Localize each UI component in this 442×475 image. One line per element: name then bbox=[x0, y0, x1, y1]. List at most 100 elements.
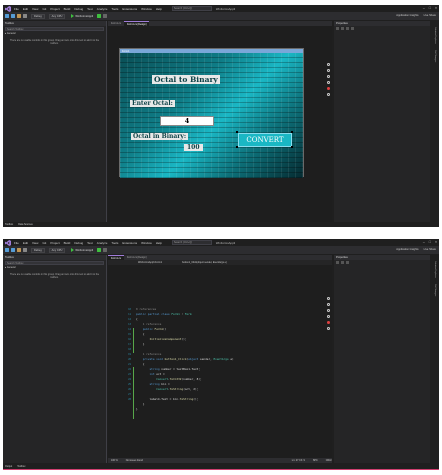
title-label[interactable]: Octal to Binary bbox=[152, 75, 220, 84]
save-icon[interactable] bbox=[23, 248, 27, 252]
circle-icon[interactable] bbox=[326, 69, 330, 72]
tab-form1-design[interactable]: Form1.cs [Design] bbox=[123, 21, 150, 26]
toolbox-search[interactable]: Search Toolbox bbox=[5, 261, 104, 265]
selection-handle-icon[interactable] bbox=[291, 146, 293, 148]
menu-analyze[interactable]: Analyze bbox=[97, 7, 108, 11]
menu-view[interactable]: View bbox=[32, 241, 38, 245]
tab-solution-explorer[interactable]: Solution Explorer bbox=[434, 261, 436, 278]
menu-window[interactable]: Window bbox=[141, 7, 152, 11]
events-icon[interactable] bbox=[351, 27, 354, 30]
search-input[interactable]: Search (Ctrl+Q) bbox=[171, 6, 212, 11]
code-text[interactable]: 0 references public partial class Form1 … bbox=[136, 307, 234, 412]
close-icon[interactable]: × bbox=[435, 6, 437, 10]
back-icon[interactable] bbox=[5, 14, 9, 18]
platform-dropdown[interactable]: Any CPU bbox=[48, 13, 66, 19]
nav-member-dropdown[interactable]: button1_Click(object sender, EventArgs e… bbox=[182, 260, 227, 265]
maximize-icon[interactable]: □ bbox=[429, 240, 431, 244]
menu-test[interactable]: Test bbox=[87, 7, 93, 11]
circle-icon[interactable] bbox=[326, 297, 330, 300]
octal-in-binary-label[interactable]: Octal in Binary: bbox=[131, 133, 189, 140]
convert-button[interactable]: CONVERT bbox=[238, 133, 292, 147]
record-icon[interactable] bbox=[326, 87, 330, 90]
selection-handle-icon[interactable] bbox=[236, 131, 238, 133]
octal-input[interactable]: 4 bbox=[160, 116, 214, 126]
categorized-icon[interactable] bbox=[336, 27, 339, 30]
toolbar-icon[interactable] bbox=[103, 248, 108, 252]
menu-view[interactable]: View bbox=[32, 7, 38, 11]
menu-test[interactable]: Test bbox=[87, 241, 93, 245]
menu-analyze[interactable]: Analyze bbox=[97, 241, 108, 245]
toolbox-search[interactable]: Search Toolbox bbox=[5, 27, 104, 31]
properties-icon[interactable] bbox=[346, 261, 349, 264]
run-without-debug-icon[interactable] bbox=[97, 248, 102, 252]
menu-project[interactable]: Project bbox=[50, 241, 59, 245]
alphabetical-icon[interactable] bbox=[341, 261, 344, 264]
toolbox-bottom-tab[interactable]: Toolbox bbox=[17, 465, 25, 468]
tab-git-changes[interactable]: Git Changes bbox=[434, 284, 436, 296]
menu-window[interactable]: Window bbox=[141, 241, 152, 245]
save-icon[interactable] bbox=[23, 14, 27, 18]
circle-icon[interactable] bbox=[326, 309, 330, 312]
menu-debug[interactable]: Debug bbox=[74, 7, 83, 11]
menu-build[interactable]: Build bbox=[64, 241, 71, 245]
menu-extensions[interactable]: Extensions bbox=[122, 241, 137, 245]
tab-git-changes[interactable]: Git Changes bbox=[434, 50, 436, 62]
selection-handle-icon[interactable] bbox=[236, 146, 238, 148]
config-dropdown[interactable]: Debug bbox=[31, 13, 45, 19]
line-ending[interactable]: CRLF bbox=[326, 459, 332, 462]
search-input[interactable]: Search (Ctrl+Q) bbox=[171, 240, 212, 245]
platform-dropdown[interactable]: Any CPU bbox=[48, 247, 66, 253]
no-issues-indicator[interactable]: No issues found bbox=[126, 459, 143, 462]
enter-octal-label[interactable]: Enter Octal: bbox=[130, 100, 175, 107]
record-icon[interactable] bbox=[326, 321, 330, 324]
circle-icon[interactable] bbox=[326, 303, 330, 306]
menu-file[interactable]: File bbox=[14, 241, 19, 245]
output-tab[interactable]: Output bbox=[5, 465, 12, 468]
new-item-icon[interactable] bbox=[17, 14, 21, 18]
menu-debug[interactable]: Debug bbox=[74, 241, 83, 245]
menu-help[interactable]: Help bbox=[156, 7, 162, 11]
circle-icon[interactable] bbox=[326, 315, 330, 318]
nav-class-dropdown[interactable]: WinFormsApp3.Form1 bbox=[138, 260, 162, 265]
properties-icon[interactable] bbox=[346, 27, 349, 30]
menu-tools[interactable]: Tools bbox=[111, 241, 118, 245]
circle-icon[interactable] bbox=[326, 327, 330, 330]
categorized-icon[interactable] bbox=[336, 261, 339, 264]
menu-help[interactable]: Help bbox=[156, 241, 162, 245]
back-icon[interactable] bbox=[5, 248, 9, 252]
form-window[interactable]: Form1 Octal to Binary Enter Octal: 4 Oct… bbox=[119, 48, 304, 178]
zoom-level[interactable]: 100 % bbox=[111, 459, 118, 462]
run-without-debug-icon[interactable] bbox=[97, 14, 102, 18]
close-icon[interactable]: × bbox=[435, 240, 437, 244]
forward-icon[interactable] bbox=[11, 14, 15, 18]
forward-icon[interactable] bbox=[11, 248, 15, 252]
toolbar-icon[interactable] bbox=[103, 14, 108, 18]
application-insights-button[interactable]: Application Insights bbox=[396, 248, 418, 251]
selection-handle-icon[interactable] bbox=[291, 131, 293, 133]
menu-git[interactable]: Git bbox=[42, 241, 46, 245]
menu-build[interactable]: Build bbox=[64, 7, 71, 11]
new-item-icon[interactable] bbox=[17, 248, 21, 252]
config-dropdown[interactable]: Debug bbox=[31, 247, 45, 253]
live-share-button[interactable]: Live Share bbox=[424, 14, 436, 17]
menu-edit[interactable]: Edit bbox=[23, 7, 28, 11]
result-label[interactable]: 100 bbox=[184, 144, 203, 151]
live-share-button[interactable]: Live Share bbox=[424, 248, 436, 251]
start-button[interactable]: WinFormsApp3 bbox=[71, 14, 93, 18]
menu-file[interactable]: File bbox=[14, 7, 19, 11]
tab-form1-cs[interactable]: Form1.cs bbox=[108, 21, 124, 26]
minimize-icon[interactable]: – bbox=[423, 240, 425, 244]
minimize-icon[interactable]: – bbox=[423, 6, 425, 10]
menu-extensions[interactable]: Extensions bbox=[122, 7, 137, 11]
circle-icon[interactable] bbox=[326, 63, 330, 66]
menu-git[interactable]: Git bbox=[42, 7, 46, 11]
menu-edit[interactable]: Edit bbox=[23, 241, 28, 245]
toolbox-bottom-tab[interactable]: Toolbox bbox=[5, 223, 13, 226]
menu-project[interactable]: Project bbox=[50, 7, 59, 11]
start-button[interactable]: WinFormsApp3 bbox=[71, 248, 93, 252]
alphabetical-icon[interactable] bbox=[341, 27, 344, 30]
menu-tools[interactable]: Tools bbox=[111, 7, 118, 11]
circle-icon[interactable] bbox=[326, 75, 330, 78]
data-sources-bottom-tab[interactable]: Data Sources bbox=[18, 223, 32, 226]
tab-solution-explorer[interactable]: Solution Explorer bbox=[434, 27, 436, 44]
